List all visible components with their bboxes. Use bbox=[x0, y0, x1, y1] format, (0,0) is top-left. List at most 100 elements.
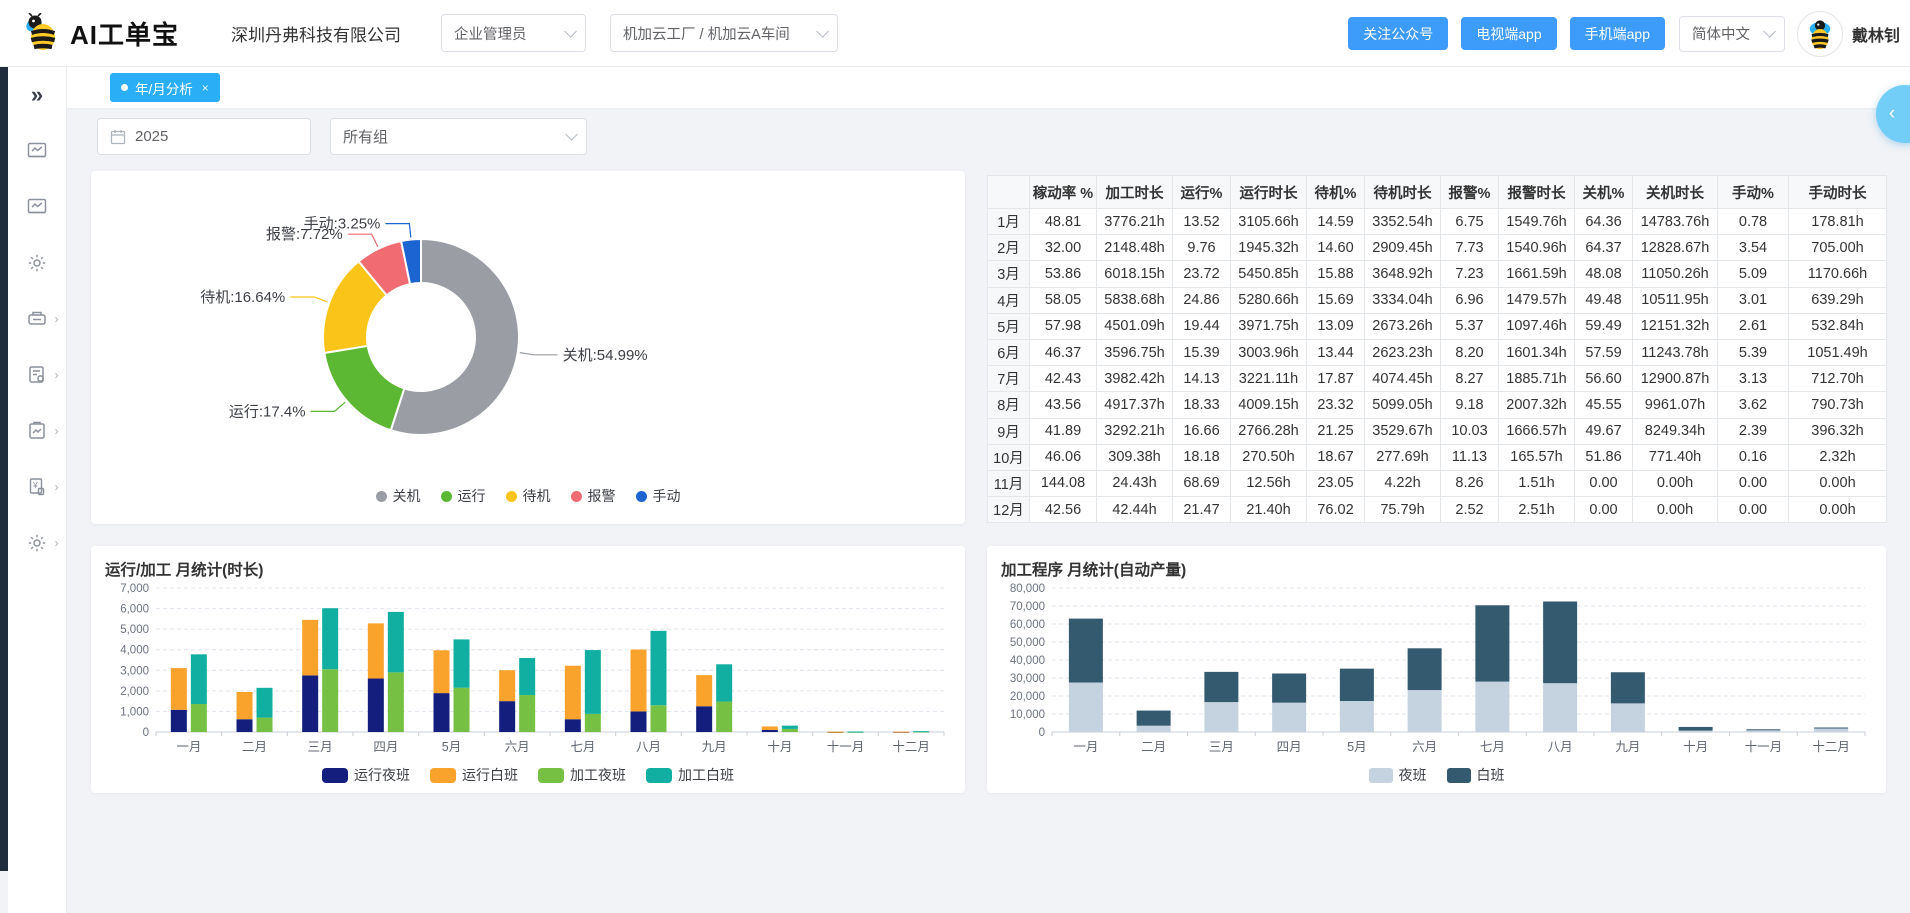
bar-segment-白班[interactable] bbox=[1543, 602, 1577, 684]
bar-segment-运行白班[interactable] bbox=[171, 668, 187, 710]
bar-segment-白班[interactable] bbox=[1475, 605, 1509, 681]
bar-segment-运行白班[interactable] bbox=[565, 666, 581, 720]
bar-segment-运行夜班[interactable] bbox=[762, 730, 778, 732]
legend-item[interactable]: 夜班 bbox=[1369, 765, 1427, 785]
bar-segment-运行夜班[interactable] bbox=[565, 719, 581, 732]
bar-segment-白班[interactable] bbox=[1204, 672, 1238, 702]
bar-segment-加工白班[interactable] bbox=[848, 732, 864, 733]
bar-segment-加工夜班[interactable] bbox=[519, 695, 535, 732]
legend-item[interactable]: 运行 bbox=[441, 486, 486, 506]
year-picker[interactable]: 2025 bbox=[97, 118, 311, 155]
bar-segment-加工夜班[interactable] bbox=[322, 669, 338, 732]
app-logo[interactable]: AI工单宝 bbox=[22, 13, 179, 53]
role-select[interactable]: 企业管理员 bbox=[441, 14, 586, 52]
legend-item[interactable]: 加工夜班 bbox=[538, 765, 626, 785]
bar-segment-运行白班[interactable] bbox=[631, 650, 647, 712]
legend-item[interactable]: 报警 bbox=[571, 486, 616, 506]
sidebar-item-analysis-chart[interactable] bbox=[8, 179, 67, 235]
tab-close-icon[interactable]: × bbox=[202, 81, 209, 95]
bar-segment-加工白班[interactable] bbox=[388, 612, 404, 672]
pie-slice-运行[interactable] bbox=[324, 346, 404, 430]
bar-segment-运行白班[interactable] bbox=[499, 670, 515, 701]
bar-segment-夜班[interactable] bbox=[1814, 728, 1848, 732]
bar-segment-加工白班[interactable] bbox=[257, 688, 273, 718]
bar-segment-夜班[interactable] bbox=[1137, 726, 1171, 732]
bar-segment-夜班[interactable] bbox=[1204, 702, 1238, 732]
legend-item[interactable]: 待机 bbox=[506, 486, 551, 506]
bar-segment-加工白班[interactable] bbox=[913, 731, 929, 732]
mobile-app-button[interactable]: 手机端app bbox=[1570, 17, 1665, 50]
bar-segment-加工夜班[interactable] bbox=[651, 705, 667, 732]
bar-segment-夜班[interactable] bbox=[1340, 701, 1374, 732]
bar-segment-运行白班[interactable] bbox=[762, 726, 778, 729]
bar-segment-运行白班[interactable] bbox=[828, 732, 844, 733]
legend-item[interactable]: 运行夜班 bbox=[322, 765, 410, 785]
bar-segment-运行夜班[interactable] bbox=[696, 706, 712, 732]
sidebar-item-devices[interactable]: › bbox=[8, 291, 67, 347]
bar-segment-加工白班[interactable] bbox=[191, 654, 207, 704]
bar-segment-运行夜班[interactable] bbox=[368, 679, 384, 732]
bar-segment-夜班[interactable] bbox=[1611, 703, 1645, 732]
bar-segment-运行夜班[interactable] bbox=[302, 675, 318, 732]
bar-segment-运行夜班[interactable] bbox=[434, 693, 450, 732]
bar-segment-夜班[interactable] bbox=[1475, 682, 1509, 732]
sidebar-item-billing[interactable]: ¥ › bbox=[8, 459, 67, 515]
bar-segment-夜班[interactable] bbox=[1679, 731, 1713, 732]
bar-segment-运行夜班[interactable] bbox=[237, 719, 253, 732]
bar-segment-加工白班[interactable] bbox=[322, 608, 338, 669]
legend-item[interactable]: 手动 bbox=[636, 486, 681, 506]
bar-segment-加工夜班[interactable] bbox=[454, 688, 470, 732]
bar-segment-加工夜班[interactable] bbox=[191, 704, 207, 732]
bar-segment-夜班[interactable] bbox=[1272, 703, 1306, 732]
bar-segment-白班[interactable] bbox=[1679, 727, 1713, 731]
bar-segment-加工夜班[interactable] bbox=[782, 729, 798, 732]
bar-segment-白班[interactable] bbox=[1137, 711, 1171, 726]
bar-segment-白班[interactable] bbox=[1814, 728, 1848, 729]
bar-segment-运行白班[interactable] bbox=[237, 692, 253, 719]
bar-segment-运行白班[interactable] bbox=[696, 675, 712, 706]
tv-app-button[interactable]: 电视端app bbox=[1461, 17, 1556, 50]
bar-segment-白班[interactable] bbox=[1069, 619, 1103, 683]
bar-segment-运行夜班[interactable] bbox=[631, 711, 647, 732]
bar-segment-加工白班[interactable] bbox=[716, 664, 732, 701]
bar-segment-加工白班[interactable] bbox=[519, 658, 535, 695]
sidebar-item-system-settings[interactable]: › bbox=[8, 515, 67, 571]
bar-segment-加工白班[interactable] bbox=[782, 726, 798, 729]
bar-segment-白班[interactable] bbox=[1746, 729, 1780, 730]
bar-segment-运行白班[interactable] bbox=[302, 620, 318, 676]
language-select[interactable]: 简体中文 bbox=[1679, 16, 1785, 52]
bar-segment-运行白班[interactable] bbox=[893, 732, 909, 733]
legend-item[interactable]: 白班 bbox=[1447, 765, 1505, 785]
bar-segment-运行白班[interactable] bbox=[434, 650, 450, 693]
bar-segment-白班[interactable] bbox=[1340, 669, 1374, 701]
bar-segment-加工白班[interactable] bbox=[454, 639, 470, 687]
bar-segment-运行白班[interactable] bbox=[368, 623, 384, 678]
bar-segment-运行夜班[interactable] bbox=[171, 710, 187, 732]
workshop-select[interactable]: 机加云工厂 / 机加云A车间 bbox=[610, 14, 838, 52]
bar-segment-夜班[interactable] bbox=[1069, 683, 1103, 733]
bar-segment-白班[interactable] bbox=[1408, 648, 1442, 690]
follow-official-account-button[interactable]: 关注公众号 bbox=[1348, 17, 1448, 50]
bar-segment-夜班[interactable] bbox=[1408, 690, 1442, 732]
legend-item[interactable]: 关机 bbox=[376, 486, 421, 506]
bar-segment-加工白班[interactable] bbox=[651, 631, 667, 705]
sidebar-item-work-orders[interactable]: › bbox=[8, 403, 67, 459]
bar-segment-夜班[interactable] bbox=[1543, 683, 1577, 732]
bar-segment-加工白班[interactable] bbox=[585, 650, 601, 714]
bar-segment-加工夜班[interactable] bbox=[257, 718, 273, 732]
tab-year-month-analysis[interactable]: 年/月分析 × bbox=[110, 73, 220, 102]
bar-segment-加工夜班[interactable] bbox=[585, 714, 601, 732]
bar-segment-白班[interactable] bbox=[1611, 672, 1645, 703]
bar-segment-加工夜班[interactable] bbox=[388, 672, 404, 732]
sidebar-item-settings[interactable] bbox=[8, 235, 67, 291]
bar-segment-加工夜班[interactable] bbox=[716, 702, 732, 732]
group-select[interactable]: 所有组 bbox=[330, 118, 587, 155]
legend-item[interactable]: 加工白班 bbox=[646, 765, 734, 785]
legend-item[interactable]: 运行白班 bbox=[430, 765, 518, 785]
bar-segment-白班[interactable] bbox=[1272, 674, 1306, 703]
user-avatar[interactable] bbox=[1797, 11, 1843, 57]
sidebar-item-report-config[interactable]: › bbox=[8, 347, 67, 403]
sidebar-item-realtime-chart[interactable] bbox=[8, 123, 67, 179]
sidebar-collapse-toggle[interactable]: » bbox=[8, 67, 67, 123]
bar-segment-运行夜班[interactable] bbox=[499, 701, 515, 732]
